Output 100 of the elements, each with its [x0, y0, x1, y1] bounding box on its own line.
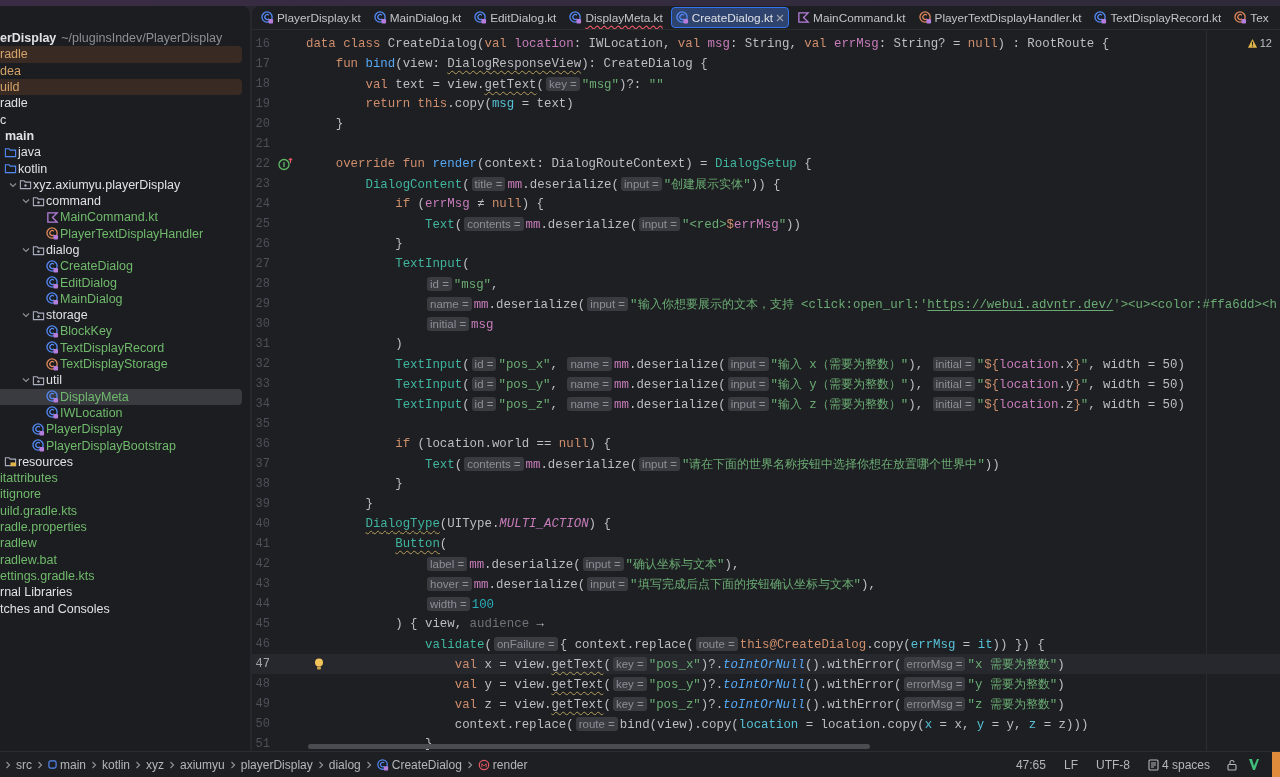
folder-icon: [19, 178, 32, 192]
code-line: label = mm.deserialize( input = "确认坐标与文本"),: [306, 554, 740, 574]
chevron-right-icon[interactable]: [316, 760, 325, 769]
chevron-down-icon[interactable]: [22, 197, 30, 206]
tree-item[interactable]: CreateDialog: [60, 259, 133, 274]
editor-tab[interactable]: EditDialog.kt: [469, 7, 562, 28]
code-line: val z = view.getText( key = "pos_z")?.toIntOrNull().withError( errorMsg = "z 需要为整数"): [453, 695, 1065, 714]
code-line: return this.copy(msg = text): [364, 96, 574, 113]
lock-icon[interactable]: [1226, 758, 1238, 771]
chevron-right-icon[interactable]: [364, 760, 373, 769]
breadcrumb[interactable]: main: [48, 757, 86, 772]
editor-tab[interactable]: PlayerDisplay.kt: [256, 7, 366, 28]
breadcrumb[interactable]: kotlin: [102, 757, 131, 772]
close-icon[interactable]: [776, 13, 785, 22]
tree-item[interactable]: xyz.axiumyu.playerDisplay: [33, 177, 181, 192]
project-path: ~/pluginsIndev/PlayerDisplay: [61, 31, 223, 46]
code-line: override fun render(context: DialogRouteContext) = DialogSetup {: [334, 156, 812, 173]
editor-tab[interactable]: MainDialog.kt: [368, 7, 467, 28]
tree-item[interactable]: main: [5, 128, 35, 143]
tree-item[interactable]: java: [18, 145, 41, 160]
folder-icon: [32, 194, 45, 208]
code-line: Text( contents = mm.deserialize( input = "请在下面的世界名称按钮中选择你想在放置哪个世界中")): [424, 455, 1000, 474]
tree-item[interactable]: MainCommand.kt: [60, 210, 158, 225]
class-icon: [46, 406, 59, 420]
code-line: width = 100: [306, 594, 495, 614]
editor-tab[interactable]: CreateDialog.kt: [670, 7, 790, 28]
tree-item[interactable]: uild.gradle.kts: [0, 503, 78, 518]
object-icon: [46, 227, 59, 241]
breadcrumb[interactable]: src: [16, 757, 32, 772]
chevron-right-icon[interactable]: [465, 760, 474, 769]
class-icon: [1094, 11, 1108, 24]
tree-item[interactable]: kotlin: [18, 161, 48, 176]
breadcrumb[interactable]: playerDisplay: [240, 757, 313, 772]
folder-icon: [32, 308, 45, 322]
chevron-down-icon[interactable]: [22, 311, 30, 320]
tree-item[interactable]: radle.properties: [0, 520, 87, 535]
chevron-right-icon[interactable]: [134, 760, 143, 769]
tree-item[interactable]: radle: [0, 96, 28, 111]
breadcrumb[interactable]: xyz: [146, 757, 165, 772]
tree-item[interactable]: c: [0, 112, 7, 127]
chevron-down-icon[interactable]: [22, 376, 30, 385]
code-line: DialogContent( title = mm.deserialize( input = "创建展示实体")) {: [364, 175, 781, 194]
tree-item[interactable]: itattributes: [0, 471, 58, 486]
editor-tab[interactable]: PlayerTextDisplayHandler.kt: [913, 7, 1087, 28]
chevron-right-icon[interactable]: [90, 760, 98, 769]
chevron-right-icon[interactable]: [168, 760, 177, 769]
tree-item[interactable]: rnal Libraries: [0, 585, 73, 600]
chevron-right-icon[interactable]: [36, 760, 44, 769]
tree-item[interactable]: command: [46, 194, 101, 209]
lightbulb-icon[interactable]: [314, 658, 324, 670]
tree-item[interactable]: BlockKey: [60, 324, 113, 339]
class-icon: [373, 11, 387, 24]
tree-item[interactable]: dea: [0, 63, 21, 78]
tree-item[interactable]: PlayerTextDisplayHandler: [60, 226, 204, 241]
tree-item[interactable]: dialog: [46, 243, 80, 257]
tree-item[interactable]: util: [46, 373, 62, 388]
tree-item[interactable]: tches and Consoles: [0, 601, 110, 616]
warning-count[interactable]: 12: [1259, 37, 1272, 49]
caret-position[interactable]: 47:65: [1015, 757, 1046, 772]
breadcrumb[interactable]: render: [477, 757, 528, 772]
folder-icon: [4, 455, 17, 469]
class-icon: [474, 11, 488, 24]
tree-item[interactable]: resources: [18, 454, 73, 469]
tree-item[interactable]: uild: [0, 80, 20, 95]
chevron-down-icon[interactable]: [9, 180, 17, 189]
tree-item[interactable]: radle: [0, 47, 28, 62]
breadcrumb[interactable]: dialog: [328, 757, 361, 772]
tree-item[interactable]: PlayerDisplayBootstrap: [46, 438, 176, 453]
document-icon: [1147, 758, 1159, 771]
override-icon[interactable]: [278, 157, 294, 171]
editor-tab[interactable]: Tex: [1229, 7, 1274, 28]
tree-item[interactable]: radlew: [0, 536, 37, 551]
warning-icon[interactable]: [1246, 37, 1258, 49]
class-icon: [675, 11, 689, 24]
file-encoding[interactable]: UTF-8: [1095, 757, 1130, 772]
tree-item[interactable]: MainDialog: [60, 291, 123, 306]
editor-tab[interactable]: MainCommand.kt: [792, 7, 911, 28]
tree-item[interactable]: TextDisplayRecord: [60, 340, 165, 355]
editor-tab[interactable]: TextDisplayRecord.kt: [1089, 7, 1227, 28]
indent-setting[interactable]: 4 spaces: [1147, 757, 1210, 772]
chevron-right-icon[interactable]: [228, 760, 237, 769]
breadcrumb[interactable]: CreateDialog: [376, 757, 462, 772]
editor-tab[interactable]: DisplayMeta.kt: [564, 7, 668, 28]
project-name[interactable]: erDisplay: [0, 31, 57, 46]
code-line: }: [394, 476, 403, 493]
tree-item[interactable]: TextDisplayStorage: [60, 357, 168, 372]
tree-item[interactable]: storage: [46, 308, 88, 323]
chevron-right-icon[interactable]: [4, 760, 12, 769]
tree-item[interactable]: IWLocation: [60, 405, 123, 420]
tree-item[interactable]: radlew.bat: [0, 552, 57, 567]
chevron-down-icon[interactable]: [22, 246, 30, 254]
v-shape-icon[interactable]: [1248, 758, 1260, 771]
line-number: 47: [254, 657, 270, 671]
tree-item[interactable]: EditDialog: [60, 275, 117, 290]
code-line: if (location.world == null) {: [394, 436, 611, 453]
tree-item[interactable]: itignore: [0, 487, 41, 502]
tree-item[interactable]: ettings.gradle.kts: [0, 568, 95, 583]
breadcrumb[interactable]: axiumyu: [180, 757, 225, 772]
line-separator[interactable]: LF: [1063, 757, 1078, 772]
tree-item[interactable]: PlayerDisplay: [46, 422, 123, 437]
